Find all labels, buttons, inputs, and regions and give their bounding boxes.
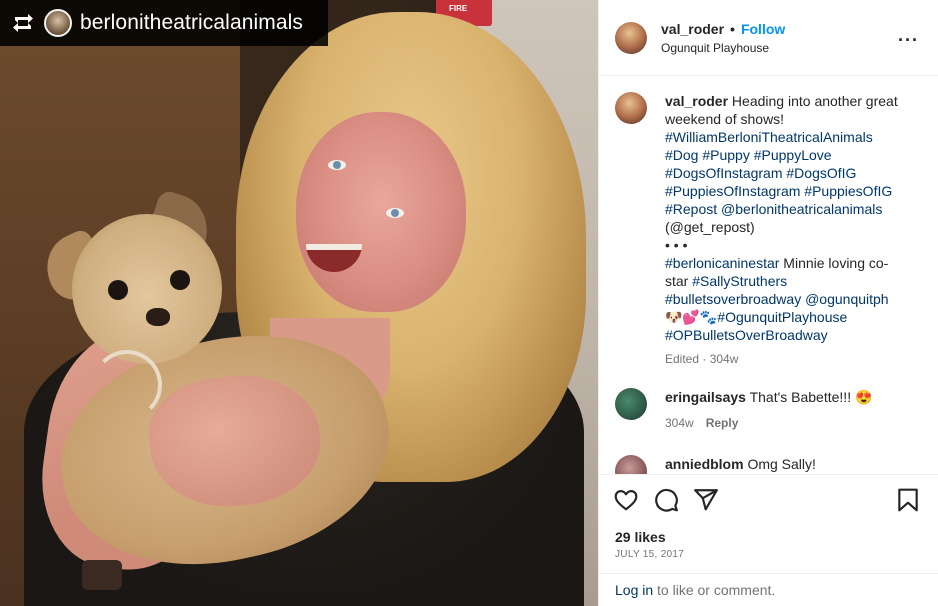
comment-item: eringailsays That's Babette!!! 😍 304w Rep… (615, 388, 925, 432)
photo-face (296, 112, 466, 312)
hashtag-link[interactable]: #Repost (665, 201, 717, 217)
comment-text: That's Babette!!! 😍 (745, 389, 873, 405)
caption-username[interactable]: val_roder (665, 93, 728, 109)
caption-meta: Edited · 304w (665, 352, 739, 366)
action-bar: 29 likes JULY 15, 2017 Log in to like or… (599, 474, 938, 606)
follow-button[interactable]: Follow (741, 21, 785, 37)
commenter-username[interactable]: anniedblom (665, 456, 744, 472)
caption-dots: • • • (665, 237, 688, 253)
comment-item: anniedblom Omg Sally! (615, 455, 925, 474)
comment-icon[interactable] (653, 487, 679, 513)
repost-icon (10, 10, 36, 36)
reply-button[interactable]: Reply (706, 416, 739, 430)
fire-sign-text: FIRE (449, 4, 468, 13)
comment-age: 304w (665, 416, 694, 430)
hashtag-link[interactable]: #OgunquitPlayhouse (717, 309, 847, 325)
caption-emoji: 🐶💕🐾 (665, 309, 718, 325)
photo-eye-right (386, 208, 404, 218)
comment-meta: 304w Reply (665, 414, 909, 432)
heart-icon[interactable] (613, 487, 639, 513)
more-options-icon[interactable]: ··· (898, 30, 919, 51)
author-info: val_roder • Follow Ogunquit Playhouse (661, 21, 785, 55)
caption-avatar[interactable] (615, 92, 647, 124)
hashtag-link[interactable]: #Puppy (702, 147, 749, 163)
hashtag-link[interactable]: #DogsOfInstagram (665, 165, 783, 181)
comment-text: Omg Sally! (743, 456, 816, 472)
post-photo[interactable]: FIRE berlonitheatricalanimals (0, 0, 598, 606)
login-rest: to like or comment. (653, 582, 776, 598)
caption-text: val_roder Heading into another great wee… (665, 92, 909, 368)
hashtag-link[interactable]: #PuppiesOfIG (804, 183, 892, 199)
photo-watch (82, 560, 122, 590)
repost-avatar[interactable] (44, 9, 72, 37)
comment-body: eringailsays That's Babette!!! 😍 304w Rep… (665, 388, 909, 432)
photo-dog-head (72, 214, 222, 364)
post-side-panel: val_roder • Follow Ogunquit Playhouse ··… (598, 0, 938, 606)
hashtag-link[interactable]: #PuppiesOfInstagram (665, 183, 800, 199)
hashtag-link[interactable]: #WilliamBerloniTheatricalAnimals (665, 129, 873, 145)
author-username[interactable]: val_roder (661, 21, 724, 37)
hashtag-link[interactable]: #Dog (665, 147, 698, 163)
hashtag-link[interactable]: #berlonicaninestar (665, 255, 779, 271)
comment-body: anniedblom Omg Sally! (665, 455, 909, 474)
bookmark-icon[interactable] (895, 487, 921, 513)
hashtag-link[interactable]: #bulletsoverbroadway (665, 291, 801, 307)
commenter-username[interactable]: eringailsays (665, 389, 746, 405)
post-header: val_roder • Follow Ogunquit Playhouse ··… (599, 0, 938, 76)
post-caption: val_roder Heading into another great wee… (615, 92, 925, 368)
hashtag-link[interactable]: #DogsOfIG (786, 165, 856, 181)
photo-eye-left (328, 160, 346, 170)
post-date: JULY 15, 2017 (615, 549, 685, 560)
photo-dog-eye-right (170, 270, 190, 290)
separator-dot: • (730, 20, 735, 37)
commenter-avatar[interactable] (615, 455, 647, 474)
post-location[interactable]: Ogunquit Playhouse (661, 41, 785, 55)
mention-link[interactable]: @berlonitheatricalanimals (721, 201, 882, 217)
login-link[interactable]: Log in (615, 582, 653, 598)
action-icons (613, 487, 925, 513)
commenter-avatar[interactable] (615, 388, 647, 420)
share-icon[interactable] (693, 487, 719, 513)
photo-dog-eye-left (108, 280, 128, 300)
author-row: val_roder • Follow (661, 21, 785, 37)
repost-username[interactable]: berlonitheatricalanimals (80, 11, 303, 35)
likes-count[interactable]: 29 likes (615, 529, 666, 545)
hashtag-link[interactable]: #OPBulletsOverBroadway (665, 327, 828, 343)
author-avatar[interactable] (615, 21, 647, 54)
login-prompt: Log in to like or comment. (599, 573, 938, 606)
hashtag-link[interactable]: #SallyStruthers (692, 273, 787, 289)
repost-credit: (@get_repost) (665, 219, 755, 235)
hashtag-link[interactable]: #PuppyLove (754, 147, 832, 163)
photo-dog-nose (146, 308, 170, 326)
mention-link[interactable]: @ogunquitph (805, 291, 889, 307)
photo-bracelet (92, 350, 162, 420)
repost-banner[interactable]: berlonitheatricalanimals (0, 0, 328, 46)
